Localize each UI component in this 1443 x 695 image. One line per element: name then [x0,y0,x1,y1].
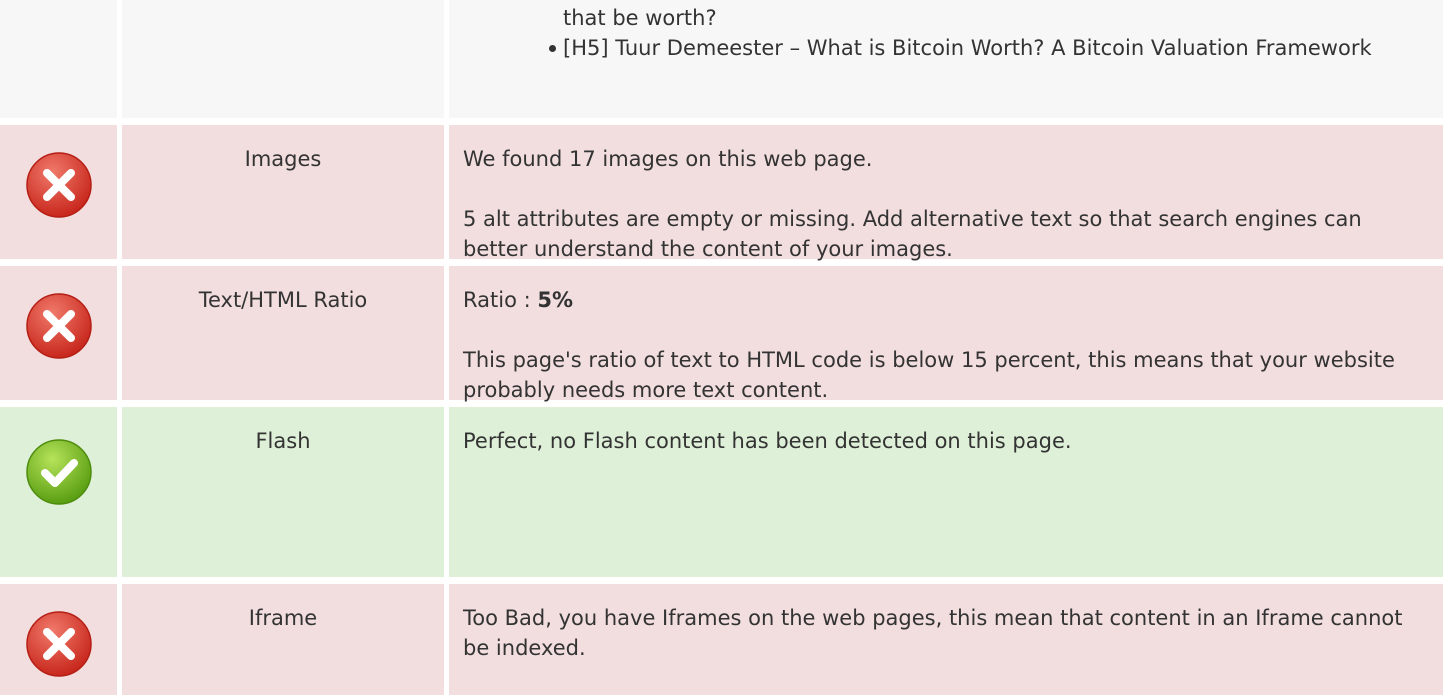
flash-label-cell: Flash [122,407,444,577]
error-x-icon [26,293,92,359]
error-x-icon [26,611,92,677]
ratio-icon-cell [0,266,117,400]
images-content-cell: We found 17 images on this web page. 5 a… [449,125,1443,261]
images-label-cell: Images [122,125,444,259]
ratio-row: Text/HTML Ratio Ratio : 5% This page's r… [0,266,1443,402]
ratio-content: Ratio : 5% This page's ratio of text to … [463,285,1403,405]
ratio-description: This page's ratio of text to HTML code i… [463,348,1395,402]
images-count-text: We found 17 images on this web page. [463,147,873,171]
ratio-label: Text/HTML Ratio [198,288,368,312]
iframe-label: Iframe [248,606,318,630]
ratio-value-line: Ratio : 5% [463,285,1403,315]
iframe-content-cell: Too Bad, you have Iframes on the web pag… [449,584,1443,695]
ratio-content-cell: Ratio : 5% This page's ratio of text to … [449,266,1443,402]
iframe-label-cell: Iframe [122,584,444,695]
heading-list: [H5] Tuur Demeester – What is Bitcoin Wo… [549,33,1403,63]
heading-continued-text: that be worth? [563,6,717,30]
headings-content-cell: that be worth? [H5] Tuur Demeester – Wha… [449,0,1443,118]
ratio-label-cell: Text/HTML Ratio [122,266,444,400]
iframe-row: Iframe Too Bad, you have Iframes on the … [0,584,1443,695]
flash-text: Perfect, no Flash content has been detec… [463,429,1072,453]
ratio-value: 5% [537,288,573,312]
images-label: Images [244,147,322,171]
flash-content-cell: Perfect, no Flash content has been detec… [449,407,1443,577]
seo-report-table: that be worth? [H5] Tuur Demeester – Wha… [0,0,1443,695]
headings-icon-cell [0,0,117,118]
iframe-text: Too Bad, you have Iframes on the web pag… [463,606,1403,660]
heading-list-item: [H5] Tuur Demeester – What is Bitcoin Wo… [549,33,1403,63]
ratio-prefix: Ratio : [463,288,538,312]
headings-row: that be worth? [H5] Tuur Demeester – Wha… [0,0,1443,118]
images-icon-cell [0,125,117,259]
flash-icon-cell [0,407,117,577]
bullet-icon [549,45,556,52]
headings-content: that be worth? [H5] Tuur Demeester – Wha… [549,3,1403,63]
flash-row: Flash Perfect, no Flash content has been… [0,407,1443,577]
iframe-icon-cell [0,584,117,695]
check-icon [26,439,92,505]
heading-item-text: [H5] Tuur Demeester – What is Bitcoin Wo… [563,36,1372,60]
images-alt-text: 5 alt attributes are empty or missing. A… [463,207,1362,261]
error-x-icon [26,152,92,218]
images-content: We found 17 images on this web page. 5 a… [463,144,1403,264]
flash-content: Perfect, no Flash content has been detec… [463,426,1403,456]
iframe-content: Too Bad, you have Iframes on the web pag… [463,603,1403,663]
headings-label-cell [122,0,444,118]
flash-label: Flash [255,429,311,453]
images-row: Images We found 17 images on this web pa… [0,125,1443,261]
